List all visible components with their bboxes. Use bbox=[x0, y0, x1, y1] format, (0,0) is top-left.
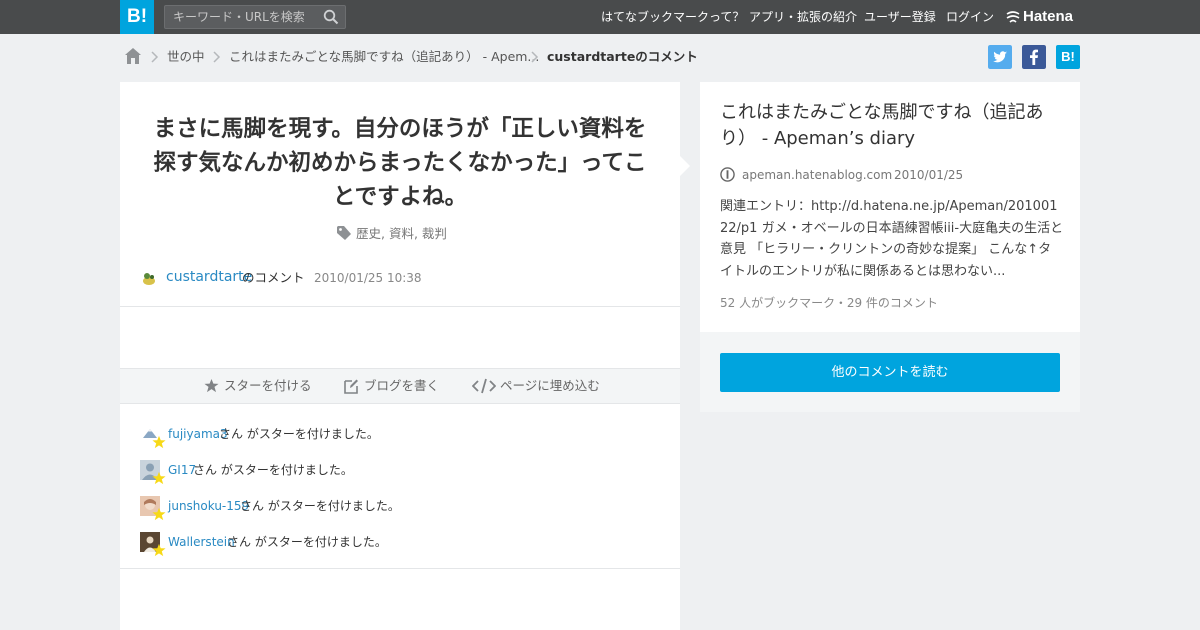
hatena-bookmark-logo[interactable]: B! bbox=[120, 0, 154, 34]
star-user-link[interactable]: GI17 bbox=[168, 460, 196, 480]
entry-excerpt: 関連エントリ：http://d.hatena.ne.jp/Apeman/2010… bbox=[720, 199, 1064, 279]
card-pointer bbox=[680, 156, 690, 176]
read-other-comments-button[interactable]: 他のコメントを読む bbox=[720, 353, 1060, 392]
nav-apps[interactable]: アプリ・拡張の紹介 bbox=[749, 0, 857, 34]
search-input[interactable] bbox=[165, 6, 315, 28]
write-blog-button[interactable]: ブログを書く bbox=[343, 375, 443, 397]
hatena-leaf-icon bbox=[1006, 11, 1020, 23]
divider bbox=[120, 306, 680, 307]
star-icon bbox=[152, 507, 166, 521]
edit-icon bbox=[344, 379, 358, 394]
twitter-share-button[interactable] bbox=[988, 45, 1012, 69]
breadcrumb-category[interactable]: 世の中 bbox=[167, 48, 205, 66]
star-text: さん がスターを付けました。 bbox=[219, 427, 379, 441]
entry-date: 2010/01/25 bbox=[894, 168, 964, 182]
entry-bookmark-counts[interactable]: 52 人がブックマーク・29 件のコメント bbox=[720, 293, 938, 313]
add-star-label: スターを付ける bbox=[224, 378, 312, 393]
chevron-right-icon bbox=[213, 51, 221, 63]
star-user-link[interactable]: Wallerstein bbox=[168, 532, 235, 552]
tag-icon bbox=[337, 226, 351, 240]
nav-login[interactable]: ログイン bbox=[946, 0, 994, 34]
divider bbox=[120, 568, 680, 569]
add-star-button[interactable]: スターを付ける bbox=[204, 375, 314, 397]
star-icon bbox=[152, 543, 166, 557]
comment-text: まさに馬脚を現す。自分のほうが「正しい資料を探す気なんか初めからまったくなかった… bbox=[153, 116, 647, 210]
embed-button[interactable]: ページに埋め込む bbox=[472, 375, 602, 397]
comment-user-suffix: のコメント bbox=[242, 270, 305, 285]
breadcrumb-entry[interactable]: これはまたみごとな馬脚ですね（追記あり） - Apem... bbox=[229, 48, 539, 66]
write-blog-label: ブログを書く bbox=[364, 378, 440, 393]
embed-label: ページに埋め込む bbox=[500, 378, 600, 393]
star-text: さん がスターを付けました。 bbox=[193, 463, 353, 477]
star-icon bbox=[152, 471, 166, 485]
nav-register[interactable]: ユーザー登録 bbox=[864, 0, 936, 34]
code-icon bbox=[472, 378, 496, 394]
star-icon bbox=[204, 378, 219, 393]
comment-datetime: 2010/01/25 10:38 bbox=[314, 271, 422, 285]
site-favicon-icon bbox=[720, 167, 735, 182]
star-text: さん がスターを付けました。 bbox=[240, 499, 400, 513]
hatena-brand-text: Hatena bbox=[1023, 8, 1074, 25]
star-text: さん がスターを付けました。 bbox=[227, 535, 387, 549]
search-icon[interactable] bbox=[323, 9, 339, 25]
user-avatar[interactable] bbox=[140, 269, 158, 287]
nav-about[interactable]: はてなブックマークって？ bbox=[601, 0, 744, 34]
star-icon bbox=[152, 435, 166, 449]
hatena-bookmark-share-button[interactable]: B! bbox=[1056, 45, 1080, 69]
breadcrumb-current: custardtarteのコメント bbox=[547, 49, 698, 64]
search-box[interactable] bbox=[164, 5, 346, 29]
hatena-brand-link[interactable]: Hatena bbox=[1006, 0, 1073, 34]
comment-tags[interactable]: 歴史, 資料, 裁判 bbox=[356, 224, 447, 244]
entry-title-link[interactable]: これはまたみごとな馬脚ですね（追記あり） - Apeman’s diary bbox=[720, 100, 1064, 152]
comment-user-link[interactable]: custardtarte bbox=[166, 267, 252, 287]
chevron-right-icon bbox=[531, 51, 539, 63]
entry-domain-link[interactable]: apeman.hatenablog.com bbox=[742, 165, 892, 185]
facebook-share-button[interactable] bbox=[1022, 45, 1046, 69]
chevron-right-icon bbox=[151, 51, 159, 63]
home-icon[interactable] bbox=[124, 47, 142, 65]
star-user-link[interactable]: junshoku-159 bbox=[168, 496, 249, 516]
